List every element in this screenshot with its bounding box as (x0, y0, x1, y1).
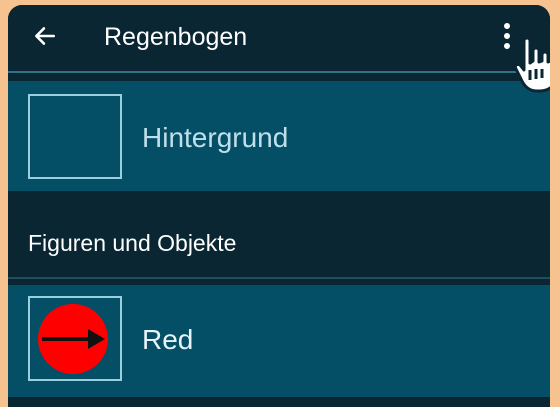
red-circle-arrow-icon (38, 304, 108, 374)
appbar-divider (8, 71, 550, 73)
object-item[interactable]: Red (8, 285, 550, 397)
hand-pointer-icon (513, 36, 550, 93)
background-item[interactable]: Hintergrund (8, 81, 550, 191)
section-title: Figuren und Objekte (28, 230, 237, 256)
object-label: Red (142, 324, 194, 355)
background-label: Hintergrund (142, 122, 289, 153)
section-header: Figuren und Objekte (8, 191, 550, 279)
page-title: Regenbogen (104, 23, 248, 51)
arrow-left-icon[interactable] (32, 23, 58, 49)
background-thumbnail (28, 94, 122, 179)
section-divider (8, 277, 550, 279)
app-screen: Regenbogen Hintergrund Figuren und Objek… (8, 5, 550, 407)
object-thumbnail (28, 296, 122, 381)
app-bar: Regenbogen (8, 5, 550, 69)
